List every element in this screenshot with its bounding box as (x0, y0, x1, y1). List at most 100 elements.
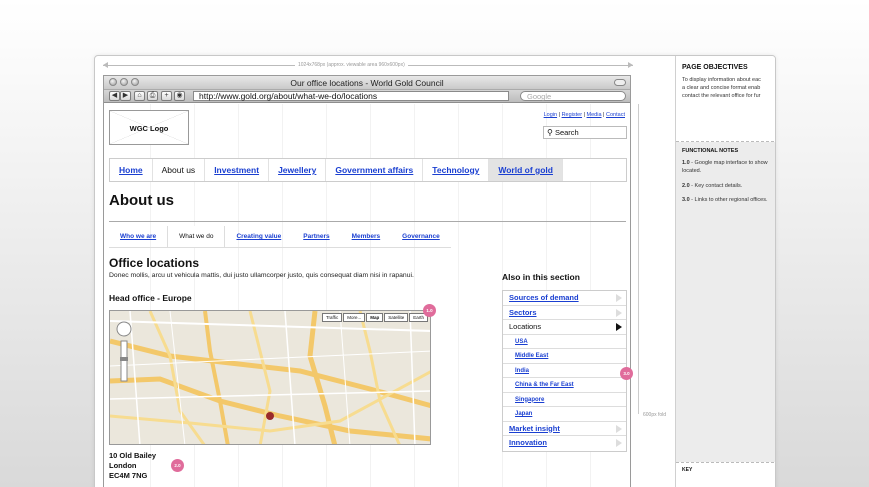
chevron-right-icon (616, 294, 622, 302)
site-search-input[interactable]: ⚲ Search (543, 126, 627, 139)
site-logo[interactable]: WGC Logo (109, 110, 189, 145)
map-traffic-button[interactable]: Traffic (321, 313, 343, 322)
address-line: London (109, 461, 137, 470)
note-text: - Links to other regional offices. (689, 197, 768, 203)
sidebar-list: Sources of demand Sectors Locations USA … (502, 290, 627, 452)
functional-note: 3.0 - Links to other regional offices. (682, 196, 775, 204)
note-number: 1.0 (682, 160, 690, 166)
contact-link[interactable]: Contact (606, 112, 625, 118)
sub-navigation: Who we are What we do Creating value Par… (109, 226, 451, 248)
functional-note-continued: located. (682, 168, 702, 174)
address-line: 10 Old Bailey (109, 451, 157, 460)
sidebar-item-label: Locations (509, 322, 542, 331)
subnav-creating-value[interactable]: Creating value (225, 226, 292, 247)
browser-toolbar: ◀ ▶ ⌂ ⎙ + ◉ http://www.gold.org/about/wh… (104, 90, 630, 103)
address-bar[interactable]: http://www.gold.org/about/what-we-do/loc… (193, 91, 509, 101)
nav-item-jewellery[interactable]: Jewellery (269, 159, 327, 181)
search-label: Search (554, 128, 579, 137)
objectives-line: a clear and concise format enab (682, 85, 761, 91)
forward-icon[interactable]: ▶ (120, 91, 131, 101)
annotation-panel: PAGE OBJECTIVES To display information a… (675, 56, 775, 487)
map-streets (110, 311, 430, 444)
head-office-heading: Head office - Europe (109, 293, 192, 303)
sidebar-item-label: Japan (515, 411, 533, 417)
wireframe-sheet: 1024x768px (approx. viewable area 960x60… (94, 55, 776, 487)
login-link[interactable]: Login (544, 112, 557, 118)
sidebar-item-china-far-east[interactable]: China & the Far East (503, 378, 626, 393)
browser-window: Our office locations - World Gold Counci… (103, 75, 633, 487)
sidebar-item-label: Middle East (515, 353, 549, 359)
sidebar-item-innovation[interactable]: Innovation (503, 436, 626, 451)
map-satellite-button[interactable]: Satellite (384, 313, 409, 322)
sidebar-item-market-insight[interactable]: Market insight (503, 422, 626, 436)
sidebar-item-label: India (515, 367, 530, 374)
sidebar-title: Also in this section (502, 272, 580, 282)
objectives-line: contact the relevant office for fur (682, 93, 761, 99)
back-icon[interactable]: ◀ (109, 91, 120, 101)
map-map-button[interactable]: Map (366, 313, 384, 322)
sidebar-item-singapore[interactable]: Singapore (503, 393, 626, 407)
subnav-members[interactable]: Members (341, 226, 392, 247)
nav-item-government-affairs[interactable]: Government affairs (326, 159, 424, 181)
sidebar-item-india[interactable]: India (503, 364, 626, 378)
viewport-dimension-label: 1024x768px (approx. viewable area 960x60… (295, 62, 408, 68)
browser-search-input[interactable]: Google (520, 91, 626, 101)
main-navigation: Home About us Investment Jewellery Gover… (109, 158, 627, 182)
nav-item-about-us[interactable]: About us (153, 159, 206, 181)
subnav-governance[interactable]: Governance (391, 226, 451, 247)
annotation-badge-map: 1.0 (423, 304, 436, 317)
nav-item-world-of-gold[interactable]: World of gold (489, 159, 563, 181)
search-icon: ⚲ (547, 128, 553, 137)
nav-item-technology[interactable]: Technology (423, 159, 490, 181)
note-number: 3.0 (682, 197, 690, 203)
intro-text: Donec mollis, arcu ut vehicula mattis, d… (109, 272, 414, 279)
subnav-partners[interactable]: Partners (292, 226, 340, 247)
sidebar-item-label: Innovation (509, 438, 547, 447)
fold-label: 600px fold (643, 412, 667, 418)
functional-notes-title: FUNCTIONAL NOTES (682, 148, 739, 154)
sidebar-item-japan[interactable]: Japan (503, 407, 626, 422)
print-icon[interactable]: ⎙ (147, 91, 158, 101)
sidebar-item-label: Market insight (509, 423, 560, 433)
note-text: - Google map interface to show (689, 160, 768, 166)
toolbar-toggle-button[interactable] (614, 79, 626, 86)
chevron-right-icon (616, 439, 622, 447)
sidebar-item-middle-east[interactable]: Middle East (503, 349, 626, 364)
sidebar-item-label: USA (515, 338, 528, 345)
sidebar-item-locations[interactable]: Locations (503, 320, 626, 335)
subnav-what-we-do[interactable]: What we do (167, 226, 226, 247)
map-type-controls: Traffic More... Map Satellite Earth (321, 313, 428, 322)
sidebar-item-usa[interactable]: USA (503, 335, 626, 349)
nav-item-home[interactable]: Home (110, 159, 153, 181)
sidebar-item-sources-of-demand[interactable]: Sources of demand (503, 291, 626, 306)
register-link[interactable]: Register (562, 112, 582, 118)
web-page: WGC Logo Login | Register | Media | Cont… (104, 104, 633, 487)
sidebar-item-sectors[interactable]: Sectors (503, 306, 626, 320)
subnav-who-we-are[interactable]: Who we are (109, 226, 167, 247)
objectives-title: PAGE OBJECTIVES (682, 64, 748, 71)
feed-icon[interactable]: ◉ (174, 91, 185, 101)
address-line: EC4M 7NG (109, 471, 148, 480)
media-link[interactable]: Media (587, 112, 602, 118)
home-icon[interactable]: ⌂ (134, 91, 145, 101)
objectives-line: To display information about eac (682, 77, 761, 83)
logo-text: WGC Logo (129, 124, 169, 133)
sidebar-item-label: China & the Far East (515, 382, 574, 388)
browser-titlebar: Our office locations - World Gold Counci… (104, 76, 630, 90)
section-title: Office locations (109, 256, 200, 270)
annotation-badge-sidebar: 3.0 (620, 367, 633, 380)
office-address: 10 Old Bailey London EC4M 7NG (109, 451, 156, 481)
chevron-right-icon (616, 308, 622, 317)
add-bookmark-icon[interactable]: + (161, 91, 172, 101)
fold-guide-line (638, 104, 639, 414)
divider (109, 221, 626, 222)
page-title: About us (109, 192, 174, 209)
chevron-right-icon (616, 323, 622, 331)
nav-item-investment[interactable]: Investment (205, 159, 270, 181)
map-more-button[interactable]: More... (343, 313, 366, 322)
functional-note: 2.0 - Key contact details. (682, 182, 775, 190)
note-text: - Key contact details. (689, 183, 743, 189)
functional-note: 1.0 - Google map interface to show (682, 159, 775, 167)
google-map[interactable]: Traffic More... Map Satellite Earth (109, 310, 431, 445)
chevron-right-icon (616, 424, 622, 433)
